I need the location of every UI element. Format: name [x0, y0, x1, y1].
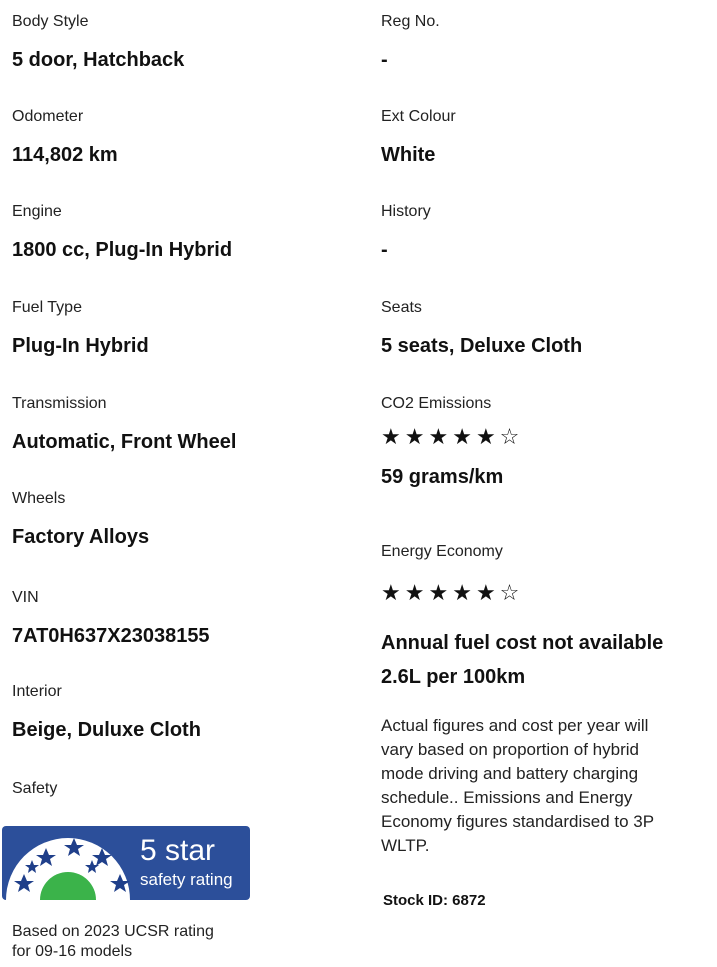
energy-value-line: Annual fuel cost not available: [381, 632, 664, 654]
spec-label: Transmission: [12, 395, 107, 412]
spec-label: Safety: [12, 780, 58, 797]
safety-note: Based on 2023 UCSR rating for 09-16 mode…: [12, 922, 312, 962]
spec-value: Beige, Duluxe Cloth: [12, 719, 201, 741]
note-line: schedule.. Emissions and Energy: [381, 788, 633, 807]
spec-ext-colour: Ext Colour White: [381, 107, 456, 168]
spec-reg-no: Reg No. -: [381, 12, 440, 73]
spec-history: History -: [381, 202, 431, 263]
spec-label: VIN: [12, 589, 39, 606]
star-filled-icon: ★: [452, 424, 476, 449]
energy-star-rating: ★★★★★☆: [381, 580, 663, 606]
spec-value: 5 door, Hatchback: [12, 49, 185, 71]
spec-label: Reg No.: [381, 13, 440, 30]
spec-engine: Engine 1800 cc, Plug-In Hybrid: [12, 202, 232, 263]
badge-rating-text: 5 star: [140, 834, 216, 867]
spec-label: Interior: [12, 683, 62, 700]
star-outline-icon: ☆: [499, 580, 524, 605]
energy-value-line: 2.6L per 100km: [381, 666, 526, 688]
spec-value: -: [381, 239, 388, 261]
note-line: Economy figures standardised to 3P: [381, 812, 655, 831]
stock-id: Stock ID: 6872: [383, 892, 486, 909]
spec-fuel-type: Fuel Type Plug-In Hybrid: [12, 298, 149, 359]
spec-value: Plug-In Hybrid: [12, 335, 149, 357]
star-filled-icon: ★: [381, 424, 405, 449]
star-filled-icon: ★: [404, 580, 429, 605]
spec-label: Ext Colour: [381, 108, 456, 125]
star-filled-icon: ★: [381, 580, 405, 605]
spec-seats: Seats 5 seats, Deluxe Cloth: [381, 298, 582, 359]
spec-value: 5 seats, Deluxe Cloth: [381, 335, 583, 357]
note-line: mode driving and battery charging: [381, 764, 639, 783]
spec-interior: Interior Beige, Duluxe Cloth: [12, 682, 201, 743]
star-filled-icon: ★: [404, 424, 429, 449]
spec-label: Energy Economy: [381, 543, 503, 560]
note-line: vary based on proportion of hybrid: [381, 740, 639, 759]
spec-body-style: Body Style 5 door, Hatchback: [12, 12, 184, 73]
spec-value: -: [381, 49, 388, 71]
spec-odometer: Odometer 114,802 km: [12, 107, 118, 168]
star-filled-icon: ★: [428, 580, 453, 605]
spec-value: Automatic, Front Wheel: [12, 431, 237, 453]
spec-label: CO2 Emissions: [381, 395, 492, 412]
safety-note-line: Based on 2023 UCSR rating: [12, 923, 214, 940]
note-line: Actual figures and cost per year will: [381, 716, 649, 735]
star-filled-icon: ★: [428, 424, 453, 449]
spec-label: Seats: [381, 299, 422, 316]
spec-value: Factory Alloys: [12, 526, 150, 548]
spec-label: Wheels: [12, 490, 66, 507]
safety-rating-badge: 5 star safety rating: [2, 826, 250, 900]
spec-label: Fuel Type: [12, 299, 82, 316]
spec-value: 114,802 km: [12, 144, 118, 166]
star-filled-icon: ★: [475, 580, 500, 605]
spec-label: History: [381, 203, 431, 220]
emissions-note: Actual figures and cost per year will va…: [381, 714, 711, 858]
spec-label: Body Style: [12, 13, 89, 30]
spec-transmission: Transmission Automatic, Front Wheel: [12, 394, 236, 455]
star-filled-icon: ★: [475, 424, 500, 449]
spec-value: 7AT0H637X23038155: [12, 625, 210, 647]
spec-vin: VIN 7AT0H637X23038155: [12, 588, 210, 649]
spec-safety: Safety: [12, 779, 57, 799]
spec-value: White: [381, 144, 436, 166]
spec-wheels: Wheels Factory Alloys: [12, 489, 149, 550]
badge-caption-text: safety rating: [140, 870, 233, 889]
star-filled-icon: ★: [452, 580, 476, 605]
safety-note-line: for 09-16 models: [12, 943, 133, 960]
spec-energy-economy: Energy Economy ★★★★★☆ Annual fuel cost n…: [381, 542, 663, 694]
spec-value: 1800 cc, Plug-In Hybrid: [12, 239, 233, 261]
note-line: WLTP.: [381, 836, 430, 855]
spec-label: Engine: [12, 203, 62, 220]
spec-co2-emissions: CO2 Emissions ★★★★★☆ 59 grams/km: [381, 394, 523, 490]
co2-star-rating: ★★★★★☆: [381, 424, 523, 450]
spec-value: 59 grams/km: [381, 466, 504, 488]
star-outline-icon: ☆: [499, 424, 524, 449]
spec-label: Odometer: [12, 108, 84, 125]
